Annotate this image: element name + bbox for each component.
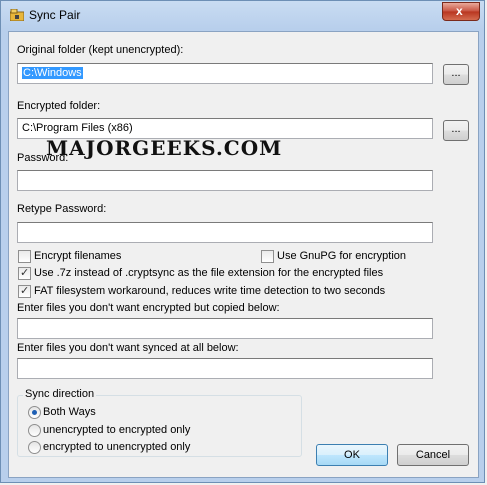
- ok-button[interactable]: OK: [316, 444, 388, 466]
- radio-both-ways[interactable]: [28, 406, 41, 419]
- radio-both-ways-label: Both Ways: [43, 406, 96, 418]
- app-icon: [10, 9, 24, 21]
- fat-workaround-label: FAT filesystem workaround, reduces write…: [34, 285, 386, 297]
- use-7z-label: Use .7z instead of .cryptsync as the fil…: [34, 267, 384, 279]
- browse-original-button[interactable]: ...: [443, 64, 469, 85]
- use-7z-checkbox[interactable]: ✓: [18, 267, 31, 280]
- title-bar[interactable]: Sync Pair x: [1, 1, 486, 31]
- original-folder-value: C:\Windows: [22, 67, 83, 79]
- radio-encrypted-to-unencrypted[interactable]: [28, 441, 41, 454]
- cancel-button[interactable]: Cancel: [397, 444, 469, 466]
- dialog-body: Original folder (kept unencrypted): C:\W…: [8, 31, 479, 478]
- window-title: Sync Pair: [29, 8, 81, 22]
- radio-unencrypted-to-encrypted-label: unencrypted to encrypted only: [43, 424, 191, 436]
- password-input[interactable]: [17, 170, 433, 191]
- encrypted-folder-label: Encrypted folder:: [17, 100, 101, 112]
- watermark-text: MAJORGEEKS.COM: [46, 136, 283, 160]
- encrypt-filenames-label: Encrypt filenames: [34, 250, 122, 262]
- radio-unencrypted-to-encrypted[interactable]: [28, 424, 41, 437]
- sync-pair-window: Sync Pair x Original folder (kept unencr…: [0, 0, 485, 483]
- retype-password-label: Retype Password:: [17, 203, 107, 215]
- excluded-files-label: Enter files you don't want synced at all…: [17, 342, 239, 354]
- fat-workaround-checkbox[interactable]: ✓: [18, 285, 31, 298]
- excluded-files-input[interactable]: [17, 358, 433, 379]
- browse-encrypted-button[interactable]: ...: [443, 120, 469, 141]
- close-icon: x: [456, 4, 463, 18]
- gnupg-checkbox[interactable]: [261, 250, 274, 263]
- checkmark-icon: ✓: [20, 267, 30, 279]
- encrypt-filenames-checkbox[interactable]: [18, 250, 31, 263]
- gnupg-label: Use GnuPG for encryption: [277, 250, 407, 262]
- sync-direction-title: Sync direction: [23, 388, 97, 400]
- copied-files-label: Enter files you don't want encrypted but…: [17, 302, 280, 314]
- radio-selected-dot: [32, 410, 37, 415]
- original-folder-input[interactable]: C:\Windows: [17, 63, 433, 84]
- copied-files-input[interactable]: [17, 318, 433, 339]
- checkmark-icon: ✓: [20, 285, 30, 297]
- original-folder-label: Original folder (kept unencrypted):: [17, 44, 184, 56]
- radio-encrypted-to-unencrypted-label: encrypted to unencrypted only: [43, 441, 191, 453]
- close-button[interactable]: x: [442, 2, 480, 21]
- retype-password-input[interactable]: [17, 222, 433, 243]
